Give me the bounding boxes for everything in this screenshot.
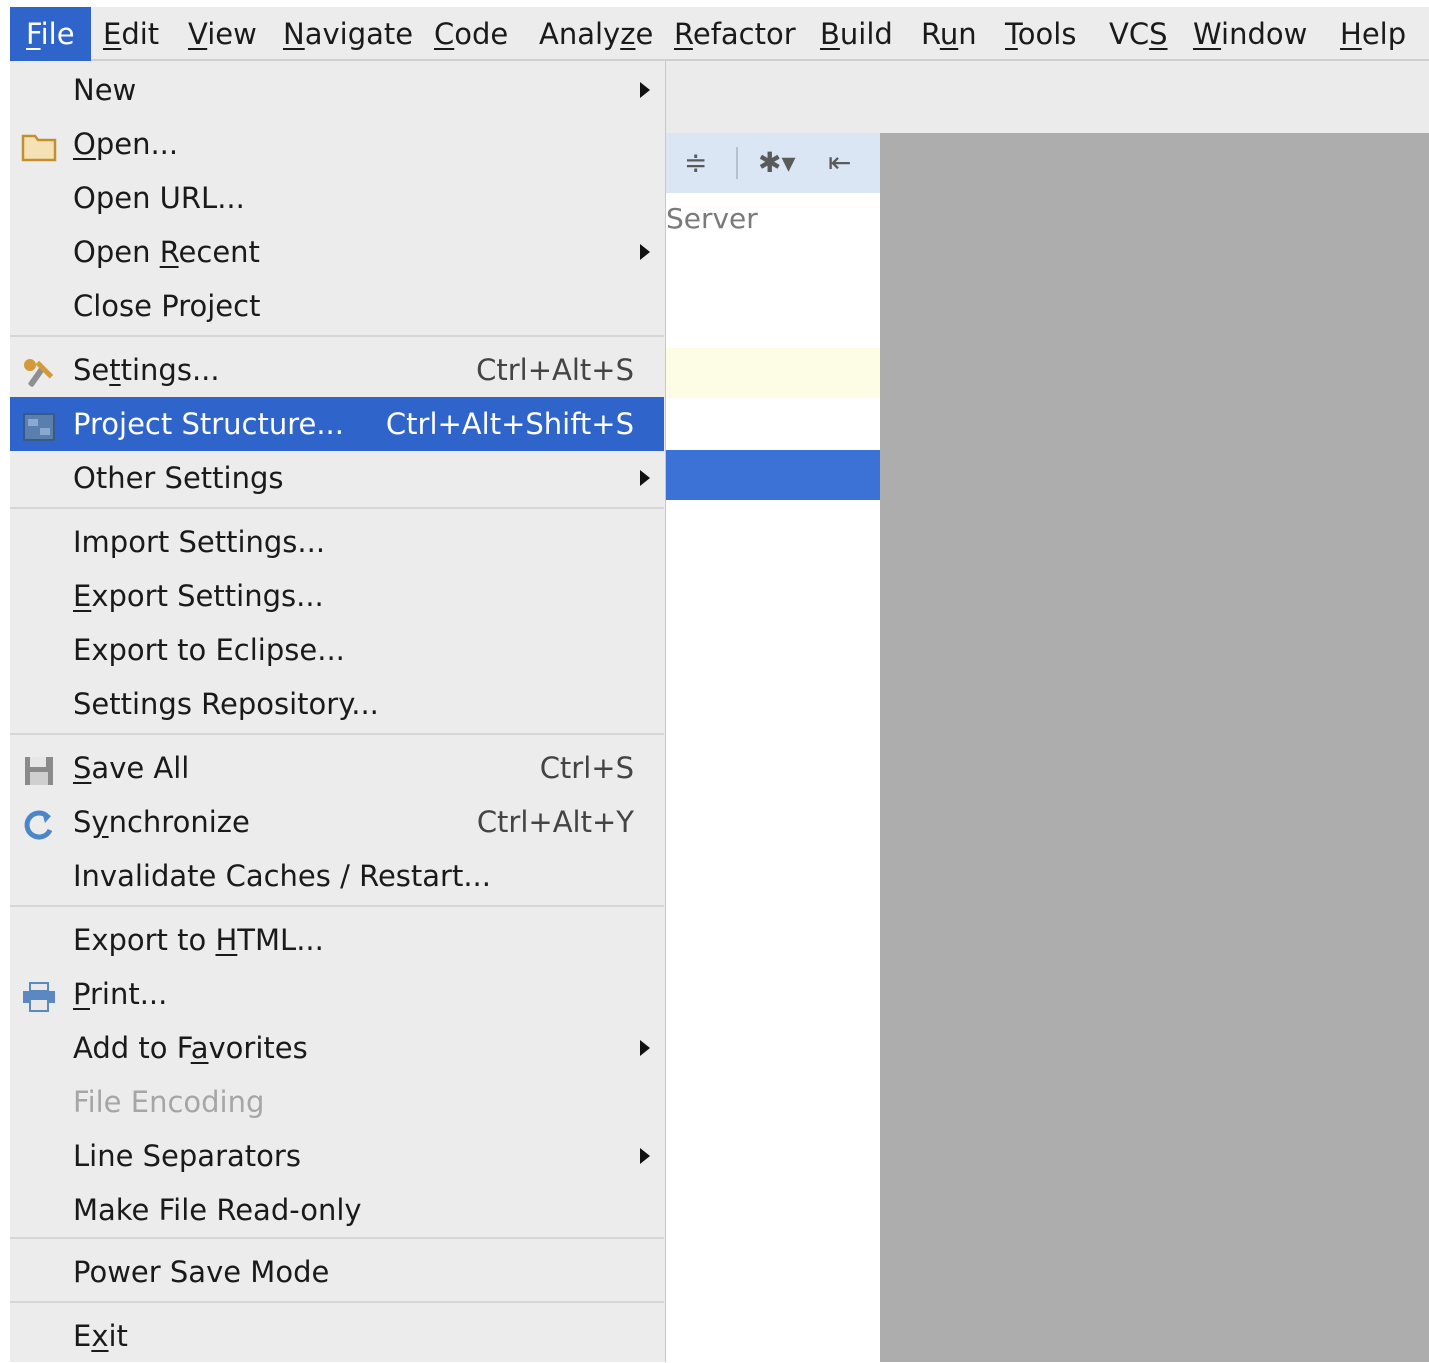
menu-bar: File Edit View Navigate Code Analyze Refactor B… [10,7,1429,61]
menu-item-open[interactable]: Open... [10,117,664,171]
submenu-arrow-icon [640,470,650,486]
menu-item-label: Line Separators [73,1139,301,1173]
menu-item-invalidate-caches-restart[interactable]: Invalidate Caches / Restart... [10,849,664,903]
menu-item-export-settings[interactable]: Export Settings... [10,569,664,623]
menu-separator [10,905,664,907]
menu-analyze[interactable]: Analyze [539,7,653,61]
menu-help[interactable]: Help [1340,7,1406,61]
menu-item-shortcut: Ctrl+S [539,751,634,785]
menu-item-settings-repository[interactable]: Settings Repository... [10,677,664,731]
tree-caret-row [666,348,880,398]
submenu-arrow-icon [640,244,650,260]
menu-item-print[interactable]: Print... [10,967,664,1021]
menu-item-label: Settings... [73,353,220,387]
menu-file[interactable]: File [10,7,91,61]
menu-separator [10,335,664,337]
menu-item-shortcut: Ctrl+Alt+Shift+S [385,407,634,441]
menu-item-export-to-eclipse[interactable]: Export to Eclipse... [10,623,664,677]
menu-item-label: Close Project [73,289,261,323]
menu-edit[interactable]: Edit [103,7,159,61]
project-tree-item[interactable]: tServer [666,202,880,235]
menu-item-label: Export to HTML... [73,923,324,957]
file-menu-dropdown: New Open... Open URL... Open Recent Close Pr… [10,61,666,1362]
menu-item-other-settings[interactable]: Other Settings [10,451,664,505]
menu-window[interactable]: Window [1193,7,1307,61]
save-icon [20,751,58,785]
menu-code[interactable]: Code [434,7,508,61]
menu-item-open-recent[interactable]: Open Recent [10,225,664,279]
submenu-arrow-icon [640,82,650,98]
menu-item-label: Settings Repository... [73,687,379,721]
menu-item-label: Export Settings... [73,579,324,613]
menu-item-add-to-favorites[interactable]: Add to Favorites [10,1021,664,1075]
menu-item-open-url[interactable]: Open URL... [10,171,664,225]
menu-item-label: Other Settings [73,461,284,495]
collapse-all-icon[interactable]: ≑ [684,141,707,185]
menu-item-label: Power Save Mode [73,1255,330,1289]
hide-panel-icon[interactable]: ⇤ [828,141,851,185]
toolbar-divider [736,147,738,179]
menu-separator [10,1301,664,1303]
menu-item-synchronize[interactable]: Synchronize Ctrl+Alt+Y [10,795,664,849]
print-icon [20,977,58,1012]
menu-separator [10,507,664,509]
menu-item-label: Export to Eclipse... [73,633,345,667]
menu-item-label: Print... [73,977,168,1011]
menu-item-power-save-mode[interactable]: Power Save Mode [10,1245,664,1299]
menu-item-close-project[interactable]: Close Project [10,279,664,333]
tree-selected-row[interactable] [666,450,880,500]
gear-icon[interactable]: ✱▾ [758,141,796,185]
submenu-arrow-icon [640,1040,650,1056]
menu-item-label: Make File Read-only [73,1193,362,1227]
menu-item-label: Open... [73,127,179,161]
main-toolbar [666,61,1429,134]
menu-item-label: Open URL... [73,181,245,215]
sync-icon [20,805,58,840]
menu-item-label: Synchronize [73,805,250,839]
menu-item-label: Add to Favorites [73,1031,308,1065]
project-structure-icon [20,407,58,441]
menu-item-exit[interactable]: Exit [10,1309,664,1363]
menu-navigate[interactable]: Navigate [283,7,413,61]
menu-item-label: Open Recent [73,235,260,269]
menu-item-import-settings[interactable]: Import Settings... [10,515,664,569]
folder-icon [20,127,58,162]
menu-item-label: Save All [73,751,190,785]
menu-item-label: Import Settings... [73,525,326,559]
menu-item-line-separators[interactable]: Line Separators [10,1129,664,1183]
menu-separator [10,1237,664,1239]
menu-separator [10,733,664,735]
menu-item-label: New [73,73,137,107]
menu-item-shortcut: Ctrl+Alt+S [476,353,634,387]
menu-tools[interactable]: Tools [1005,7,1076,61]
menu-item-new[interactable]: New [10,63,664,117]
menu-item-label: Invalidate Caches / Restart... [73,859,491,893]
menu-item-project-structure[interactable]: Project Structure... Ctrl+Alt+Shift+S [10,397,664,451]
menu-run[interactable]: Run [921,7,977,61]
wrench-icon [20,353,58,387]
menu-item-save-all[interactable]: Save All Ctrl+S [10,741,664,795]
menu-item-settings[interactable]: Settings... Ctrl+Alt+S [10,343,664,397]
menu-item-label: File Encoding [73,1085,265,1119]
menu-item-shortcut: Ctrl+Alt+Y [476,805,634,839]
project-panel-header: ≑ ✱▾ ⇤ [666,133,880,194]
menu-item-export-to-html[interactable]: Export to HTML... [10,913,664,967]
menu-view[interactable]: View [188,7,257,61]
menu-item-file-encoding: File Encoding [10,1075,664,1129]
menu-vcs[interactable]: VCS [1109,7,1168,61]
menu-refactor[interactable]: Refactor [674,7,796,61]
menu-build[interactable]: Build [820,7,893,61]
menu-item-make-file-read-only[interactable]: Make File Read-only [10,1183,664,1237]
submenu-arrow-icon [640,1148,650,1164]
menu-item-label: Project Structure... [73,407,344,441]
editor-area [880,133,1429,1362]
menu-item-label: Exit [73,1319,128,1353]
